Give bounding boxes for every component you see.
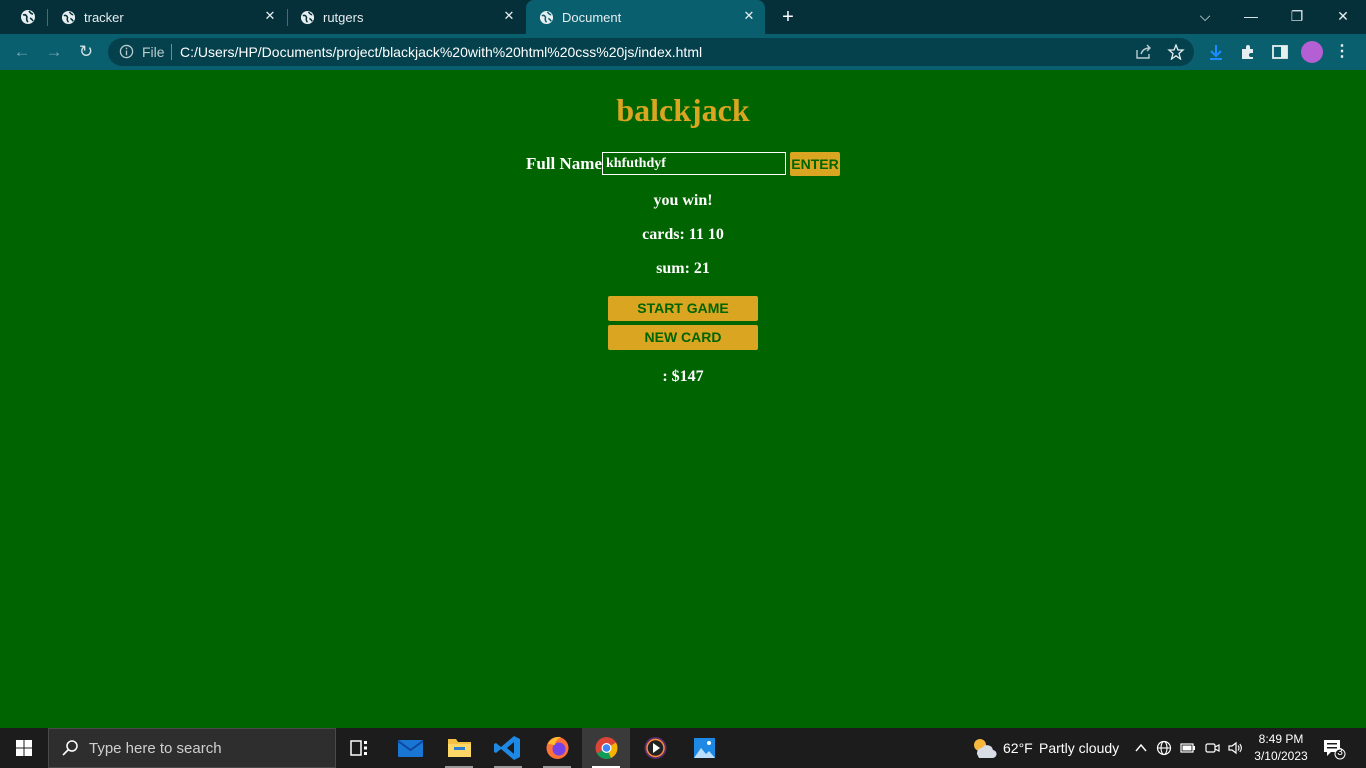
firefox-app[interactable] [533, 728, 581, 768]
full-name-input[interactable] [602, 152, 786, 175]
full-name-label: Full Name [526, 154, 603, 173]
globe-icon[interactable] [20, 9, 36, 25]
task-view-icon[interactable] [336, 728, 384, 768]
photos-icon[interactable] [680, 728, 728, 768]
windows-start-icon[interactable] [0, 728, 48, 768]
media-player-icon[interactable] [631, 728, 679, 768]
start-game-button[interactable]: START GAME [608, 296, 758, 321]
system-clock[interactable]: 8:49 PM 3/10/2023 [1246, 731, 1316, 765]
sum-text: sum: 21 [656, 260, 710, 277]
globe-icon [539, 10, 554, 25]
tab-search-icon[interactable]: ⌵ [1193, 5, 1217, 27]
clock-date: 3/10/2023 [1254, 749, 1308, 763]
forward-button[interactable]: → [42, 41, 66, 63]
notification-count: 3 [1337, 747, 1343, 758]
battery-icon[interactable] [1180, 740, 1196, 756]
vscode-app[interactable] [484, 728, 532, 768]
divider [171, 44, 172, 60]
side-panel-icon[interactable] [1271, 43, 1289, 61]
search-placeholder: Type here to search [89, 740, 222, 757]
reload-button[interactable]: ↻ [74, 41, 98, 63]
firefox-icon [546, 736, 569, 759]
profile-avatar[interactable] [1301, 41, 1323, 63]
url-text[interactable]: C:/Users/HP/Documents/project/blackjack%… [180, 44, 702, 60]
file-explorer-app[interactable] [435, 728, 483, 768]
message-text: you win! [653, 192, 713, 209]
chrome-icon [595, 737, 618, 759]
new-tab-button[interactable]: + [778, 7, 798, 27]
bookmark-star-icon[interactable] [1167, 44, 1185, 60]
tab-tracker[interactable]: tracker ✕ [48, 0, 286, 34]
enter-button[interactable]: ENTER [790, 152, 840, 176]
browser-toolbar: ← → ↻ File C:/Users/HP/Documents/project… [0, 34, 1366, 70]
globe-icon [300, 10, 315, 25]
vscode-icon [494, 736, 520, 760]
volume-icon[interactable] [1227, 740, 1243, 756]
close-icon[interactable]: ✕ [741, 8, 757, 24]
mail-icon[interactable] [386, 728, 434, 768]
tab-title: tracker [84, 10, 124, 25]
close-window-button[interactable]: ✕ [1331, 5, 1355, 27]
clock-time: 8:49 PM [1258, 732, 1304, 746]
tab-rutgers[interactable]: rutgers ✕ [287, 0, 525, 34]
network-globe-icon[interactable] [1156, 740, 1172, 756]
weather-icon[interactable] [970, 736, 998, 760]
globe-icon [61, 10, 76, 25]
weather-desc[interactable]: Partly cloudy [1039, 740, 1119, 756]
extensions-icon[interactable] [1239, 43, 1257, 61]
close-icon[interactable]: ✕ [501, 8, 517, 24]
download-icon[interactable] [1207, 43, 1225, 61]
chevron-up-icon[interactable] [1133, 740, 1149, 756]
tab-title: rutgers [323, 10, 364, 25]
notification-center[interactable]: 3 [1322, 738, 1346, 760]
page-title: balckjack [616, 92, 750, 128]
scheme-label: File [142, 44, 165, 60]
tab-document[interactable]: Document ✕ [526, 0, 765, 34]
cards-text: cards: 11 10 [642, 226, 724, 243]
minimize-button[interactable]: — [1239, 5, 1263, 27]
taskbar-search[interactable]: Type here to search [48, 728, 336, 768]
share-icon[interactable] [1135, 44, 1153, 60]
menu-icon[interactable]: ⋮ [1334, 42, 1350, 62]
meet-now-icon[interactable] [1204, 740, 1220, 756]
page-content: balckjack Full Name ENTER you win! cards… [0, 70, 1366, 728]
tab-title: Document [562, 10, 622, 25]
taskbar: Type here to search 62°F Partly cloudy 8… [0, 728, 1366, 768]
new-card-button[interactable]: NEW CARD [608, 325, 758, 350]
back-button[interactable]: ← [10, 41, 34, 63]
close-icon[interactable]: ✕ [262, 8, 278, 24]
restore-button[interactable]: ❐ [1285, 5, 1309, 27]
address-bar[interactable]: File C:/Users/HP/Documents/project/black… [108, 38, 1194, 66]
chrome-app[interactable] [582, 728, 630, 768]
search-icon [62, 740, 78, 756]
folder-icon [448, 739, 471, 757]
tab-strip: tracker ✕ rutgers ✕ Document ✕ + ⌵ — ❐ ✕ [0, 0, 1366, 34]
player-balance: : $147 [662, 368, 704, 385]
weather-temp[interactable]: 62°F [1003, 740, 1033, 756]
info-icon[interactable] [119, 44, 134, 59]
